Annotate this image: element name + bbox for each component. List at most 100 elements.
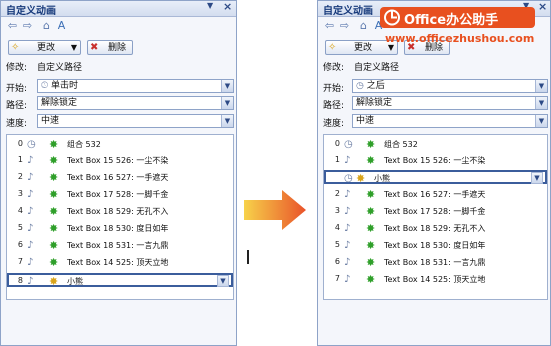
star-icon: ✸ xyxy=(366,138,376,151)
chevron-down-icon[interactable]: ▼ xyxy=(535,97,547,109)
motion-path-star-icon: ✸ xyxy=(49,275,59,288)
list-item[interactable]: 2 ♪︎ ✸ Text Box 16 527: 一手遮天 xyxy=(7,171,233,185)
list-item[interactable]: 0 ◷ ✸ 组合 532 xyxy=(324,138,547,152)
list-item-selected[interactable]: ◷ ✸ 小熊 ▼ xyxy=(324,170,547,185)
brand-title: Office办公助手 xyxy=(404,13,499,28)
clock-icon: ◷ xyxy=(356,81,364,91)
item-label: Text Box 15 526: 一尘不染 xyxy=(384,156,486,165)
path-select[interactable]: 解除锁定 ▼ xyxy=(37,96,234,110)
delete-button[interactable]: ✖ 删除 xyxy=(87,40,133,55)
chevron-down-icon[interactable]: ▼ xyxy=(221,97,233,109)
forward-icon[interactable]: ⇨ xyxy=(20,18,35,33)
text-cursor xyxy=(247,250,249,264)
star-icon: ✸ xyxy=(366,239,376,252)
brand-mark-icon xyxy=(384,9,400,26)
start-label: 开始: xyxy=(6,84,28,94)
chevron-down-icon[interactable]: ▼ xyxy=(535,115,547,127)
speed-select[interactable]: 中速 ▼ xyxy=(37,114,234,128)
list-item[interactable]: 7 ♪︎ ✸ Text Box 14 525: 顶天立地 xyxy=(7,256,233,270)
list-item[interactable]: 2 ♪︎ ✸ Text Box 16 527: 一手遮天 xyxy=(324,188,547,202)
back-icon[interactable]: ⇦ xyxy=(5,18,20,33)
item-number: 8 xyxy=(17,276,23,285)
chevron-down-icon[interactable]: ▼ xyxy=(217,275,229,287)
item-label: Text Box 18 530: 度日如年 xyxy=(67,224,169,233)
path-label: 路径: xyxy=(323,101,345,111)
item-number: 7 xyxy=(334,274,340,283)
mouse-click-icon: ♪︎ xyxy=(27,189,34,200)
item-label: Text Box 14 525: 顶天立地 xyxy=(384,275,486,284)
item-number: 1 xyxy=(334,155,340,164)
list-item[interactable]: 4 ♪︎ ✸ Text Box 18 529: 无孔不入 xyxy=(324,222,547,236)
star-icon: ✸ xyxy=(49,205,59,218)
star-icon: ✸ xyxy=(49,239,59,252)
chevron-down-icon[interactable]: ▼ xyxy=(221,80,233,92)
speed-label: 速度: xyxy=(6,119,28,129)
brand-logo: Office办公助手 xyxy=(380,7,535,28)
list-item[interactable]: 5 ♪︎ ✸ Text Box 18 530: 度日如年 xyxy=(324,239,547,253)
pane-title: 自定义动画 xyxy=(323,6,373,17)
list-item[interactable]: 7 ♪︎ ✸ Text Box 14 525: 顶天立地 xyxy=(324,273,547,287)
list-item[interactable]: 3 ♪︎ ✸ Text Box 17 528: 一脚千金 xyxy=(324,205,547,219)
clock-icon: 🕓︎ xyxy=(41,81,49,91)
start-select[interactable]: ◷ 之后 ▼ xyxy=(352,79,548,93)
start-label: 开始: xyxy=(323,84,345,94)
star-icon: ✸ xyxy=(49,222,59,235)
speed-label: 速度: xyxy=(323,119,345,129)
mouse-click-icon: ♪︎ xyxy=(344,274,351,285)
item-number: 2 xyxy=(17,172,23,181)
change-button[interactable]: ✧ 更改 ▼ xyxy=(8,40,81,55)
pane-menu-icon[interactable]: ▼ xyxy=(207,1,213,10)
home-icon[interactable]: ⌂ xyxy=(356,18,371,33)
home-icon[interactable]: ⌂ xyxy=(39,18,54,33)
start-select[interactable]: 🕓︎ 单击时 ▼ xyxy=(37,79,234,93)
motion-path-star-icon: ✸ xyxy=(356,172,366,185)
item-number: 4 xyxy=(334,223,340,232)
close-icon[interactable]: × xyxy=(223,0,232,13)
chevron-down-icon: ▼ xyxy=(70,43,77,52)
chevron-down-icon[interactable]: ▼ xyxy=(535,80,547,92)
mouse-click-icon: ♪︎ xyxy=(344,155,351,166)
item-number: 4 xyxy=(17,206,23,215)
forward-icon[interactable]: ⇨ xyxy=(337,18,352,33)
star-icon: ✸ xyxy=(366,205,376,218)
list-item[interactable]: 1 ♪︎ ✸ Text Box 15 526: 一尘不染 xyxy=(7,154,233,168)
item-label: 组合 532 xyxy=(67,140,101,149)
list-item[interactable]: 1 ♪︎ ✸ Text Box 15 526: 一尘不染 xyxy=(324,154,547,168)
chevron-down-icon[interactable]: ▼ xyxy=(221,115,233,127)
mouse-click-icon: ♪︎ xyxy=(344,189,351,200)
list-item[interactable]: 6 ♪︎ ✸ Text Box 18 531: 一言九鼎 xyxy=(324,256,547,270)
pane-titlebar: 自定义动画 ▼ × xyxy=(1,0,236,17)
change-label: 更改 xyxy=(37,43,56,53)
start-value: 之后 xyxy=(366,81,385,91)
styles-icon[interactable]: A xyxy=(54,18,69,33)
item-label: Text Box 18 529: 无孔不入 xyxy=(384,224,486,233)
list-item[interactable]: 4 ♪︎ ✸ Text Box 18 529: 无孔不入 xyxy=(7,205,233,219)
star-icon: ✸ xyxy=(366,154,376,167)
brand-url: www.officezhushou.com xyxy=(385,32,535,45)
animation-list[interactable]: 0 ◷ ✸ 组合 532 1 ♪︎ ✸ Text Box 15 526: 一尘不… xyxy=(323,134,548,300)
item-number: 6 xyxy=(334,257,340,266)
delete-x-icon: ✖ xyxy=(90,42,99,53)
modify-label: 修改: xyxy=(6,63,28,73)
list-item[interactable]: 3 ♪︎ ✸ Text Box 17 528: 一脚千金 xyxy=(7,188,233,202)
path-select[interactable]: 解除锁定 ▼ xyxy=(352,96,548,110)
list-item[interactable]: 0 ◷ ✸ 组合 532 xyxy=(7,138,233,152)
modify-value: 自定义路径 xyxy=(354,63,400,73)
item-number: 3 xyxy=(17,189,23,198)
chevron-down-icon[interactable]: ▼ xyxy=(531,172,543,184)
list-item[interactable]: 6 ♪︎ ✸ Text Box 18 531: 一言九鼎 xyxy=(7,239,233,253)
mouse-click-icon: ♪︎ xyxy=(27,240,34,251)
close-icon[interactable]: × xyxy=(538,0,547,13)
item-number: 5 xyxy=(17,223,23,232)
back-icon[interactable]: ⇦ xyxy=(322,18,337,33)
item-number: 0 xyxy=(334,139,340,148)
mouse-click-icon: ♪︎ xyxy=(27,276,34,287)
item-number: 0 xyxy=(17,139,23,148)
list-item-selected[interactable]: 8 ♪︎ ✸ 小熊 ▼ xyxy=(7,273,233,288)
item-label: 小熊 xyxy=(67,277,83,286)
clock-icon: ◷ xyxy=(344,139,353,150)
animation-list[interactable]: 0 ◷ ✸ 组合 532 1 ♪︎ ✸ Text Box 15 526: 一尘不… xyxy=(6,134,234,300)
star-icon: ✸ xyxy=(366,222,376,235)
list-item[interactable]: 5 ♪︎ ✸ Text Box 18 530: 度日如年 xyxy=(7,222,233,236)
speed-select[interactable]: 中速 ▼ xyxy=(352,114,548,128)
